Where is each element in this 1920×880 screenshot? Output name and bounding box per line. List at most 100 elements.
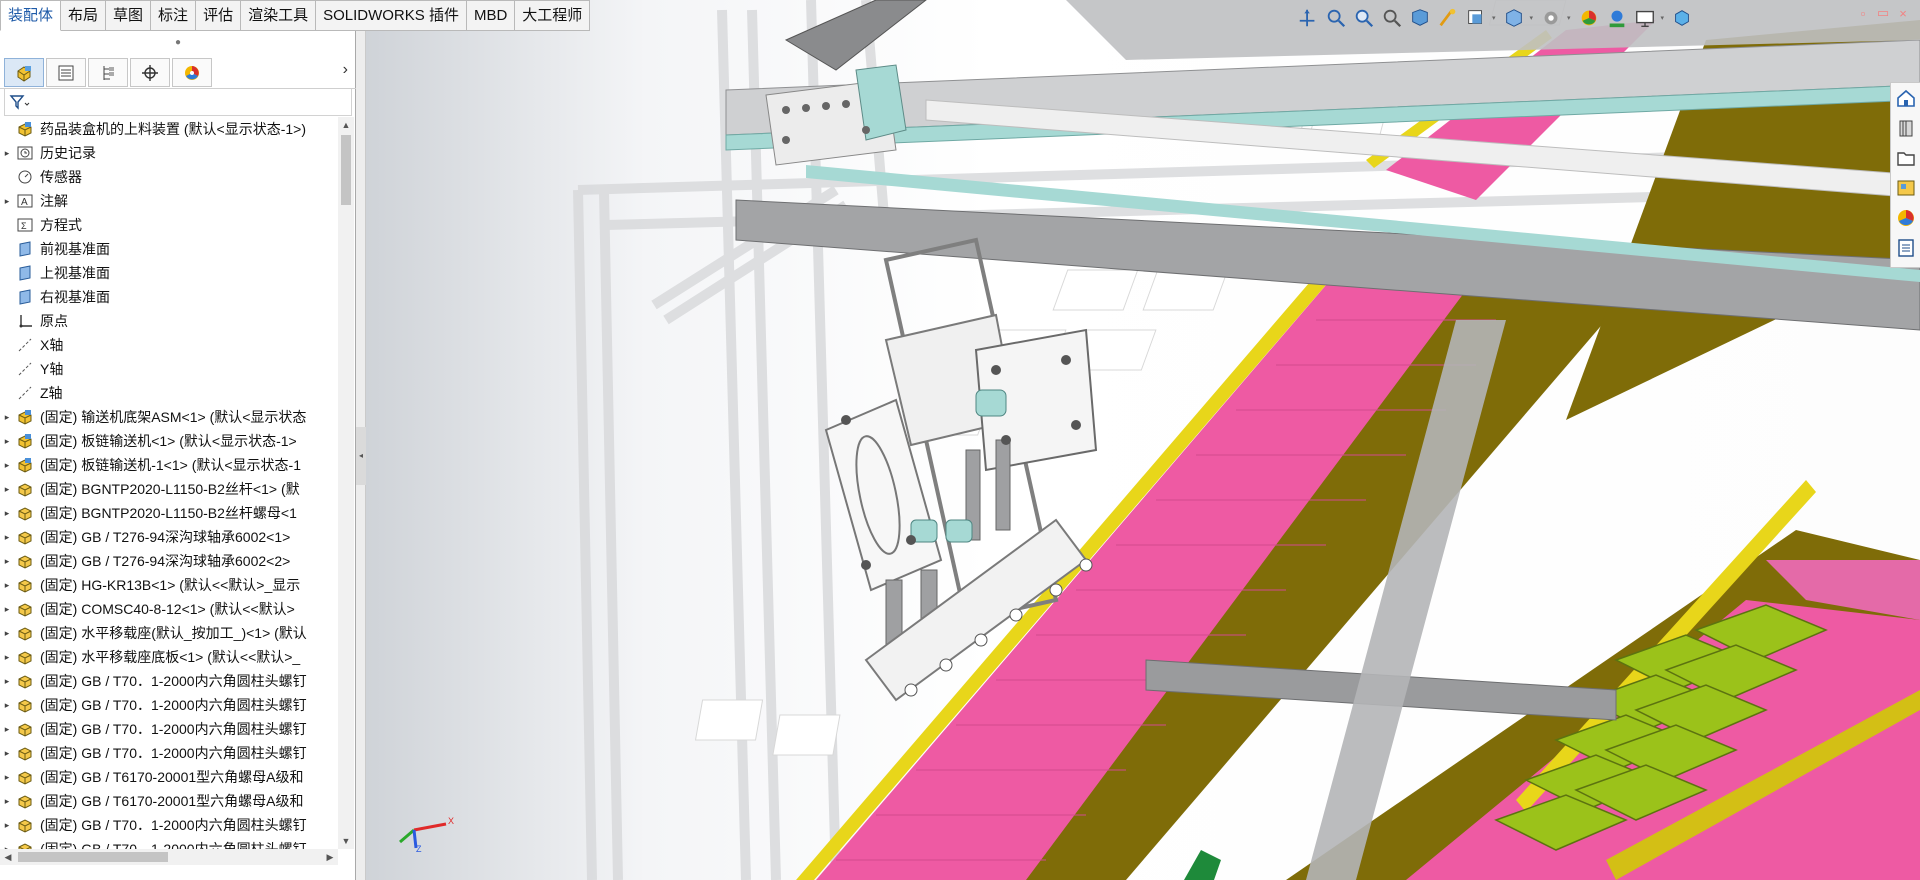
tree-item[interactable]: ▸ (固定) GB / T6170-20001型六角螺母A级和 — [0, 765, 338, 789]
tree-item[interactable]: 药品装盒机的上料装置 (默认<显示状态-1>) — [0, 117, 338, 141]
expand-arrow-icon[interactable]: ▸ — [0, 700, 14, 711]
tree-item[interactable]: 上视基准面 — [0, 261, 338, 285]
tab-3[interactable]: 标注 — [151, 0, 197, 31]
collapse-panel-handle[interactable]: ◂ — [356, 427, 366, 485]
file-explorer-icon[interactable] — [1891, 143, 1920, 173]
tree-item[interactable]: ▸ (固定) 水平移载座(默认_按加工_)<1> (默认 — [0, 621, 338, 645]
tree-vertical-scrollbar[interactable]: ▲ ▼ — [338, 117, 354, 849]
filter-icon[interactable] — [9, 94, 31, 110]
tree-item[interactable]: ▸ (固定) GB / T276-94深沟球轴承6002<2> — [0, 549, 338, 573]
tree-item[interactable]: Y轴 — [0, 357, 338, 381]
view-palette-icon[interactable] — [1891, 173, 1920, 203]
edit-appearance-icon[interactable] — [1577, 6, 1601, 30]
previous-view-icon[interactable] — [1380, 6, 1404, 30]
3d-model-view[interactable] — [366, 0, 1920, 880]
featuremanager-tab[interactable] — [4, 58, 44, 87]
expand-arrow-icon[interactable]: ▸ — [0, 556, 14, 567]
expand-arrow-icon[interactable]: ▸ — [0, 412, 14, 423]
expand-arrow-icon[interactable]: ▸ — [0, 772, 14, 783]
appearances-icon[interactable] — [1891, 203, 1920, 233]
expand-arrow-icon[interactable]: ▸ — [0, 748, 14, 759]
tab-5[interactable]: 渲染工具 — [241, 0, 317, 31]
dropdown-arrow-icon[interactable]: ▾ — [1492, 14, 1496, 22]
tree-item[interactable]: ▸ (固定) 板链输送机-1<1> (默认<显示状态-1 — [0, 453, 338, 477]
expand-arrow-icon[interactable]: ▸ — [0, 484, 14, 495]
view-orientation-icon[interactable] — [1464, 6, 1488, 30]
tree-item[interactable]: ▸ (固定) GB / T70．1-2000内六角圆柱头螺钉 — [0, 693, 338, 717]
tree-item[interactable]: ▸ (固定) GB / T70．1-2000内六角圆柱头螺钉 — [0, 717, 338, 741]
expand-arrow-icon[interactable]: ▸ — [0, 652, 14, 663]
maximize-icon[interactable]: ▭ — [1874, 4, 1892, 22]
tab-2[interactable]: 草图 — [106, 0, 152, 31]
tree-item[interactable]: X轴 — [0, 333, 338, 357]
expand-arrow-icon[interactable]: ▸ — [0, 676, 14, 687]
expand-arrow-icon[interactable]: ▸ — [0, 724, 14, 735]
displaymanager-tab[interactable] — [172, 58, 212, 87]
expand-arrow-icon[interactable]: ▸ — [0, 532, 14, 543]
tree-item[interactable]: ▸ (固定) BGNTP2020-L1150-B2丝杆<1> (默 — [0, 477, 338, 501]
zoom-area-icon[interactable] — [1352, 6, 1376, 30]
tab-1[interactable]: 布局 — [61, 0, 107, 31]
tree-item[interactable]: 前视基准面 — [0, 237, 338, 261]
tab-8[interactable]: 大工程师 — [515, 0, 591, 31]
home-icon[interactable] — [1891, 83, 1920, 113]
dropdown-arrow-icon[interactable]: ▾ — [1661, 14, 1665, 22]
expand-arrow-icon[interactable]: ▸ — [0, 460, 14, 471]
propertymanager-tab[interactable] — [46, 58, 86, 87]
tree-item[interactable]: 传感器 — [0, 165, 338, 189]
expand-arrow-icon[interactable]: ▸ — [0, 628, 14, 639]
expand-arrow-icon[interactable]: ▸ — [0, 604, 14, 615]
expand-arrow-icon[interactable]: ▸ — [0, 148, 14, 159]
view-settings-icon[interactable] — [1633, 6, 1657, 30]
tree-item[interactable]: ▸ (固定) GB / T70．1-2000内六角圆柱头螺钉 — [0, 669, 338, 693]
tree-item[interactable]: 原点 — [0, 309, 338, 333]
tree-item[interactable]: ▸ (固定) BGNTP2020-L1150-B2丝杆螺母<1 — [0, 501, 338, 525]
restore-icon[interactable]: ▫ — [1854, 4, 1872, 22]
custom-properties-icon[interactable] — [1891, 233, 1920, 263]
dynamic-annotation-icon[interactable] — [1436, 6, 1460, 30]
expand-arrow-icon[interactable]: ▸ — [0, 436, 14, 447]
design-library-icon[interactable] — [1891, 113, 1920, 143]
tree-item[interactable]: ▸ (固定) COMSC40-8-12<1> (默认<<默认> — [0, 597, 338, 621]
expand-arrow-icon[interactable]: ▸ — [0, 796, 14, 807]
section-view-icon[interactable] — [1408, 6, 1432, 30]
dropdown-arrow-icon[interactable]: ▾ — [1530, 14, 1534, 22]
tree-item[interactable]: 右视基准面 — [0, 285, 338, 309]
tree-filter[interactable] — [4, 89, 352, 116]
display-style-icon[interactable] — [1502, 6, 1526, 30]
dropdown-arrow-icon[interactable]: ▾ — [1567, 14, 1571, 22]
3d-view-icon[interactable] — [1670, 6, 1694, 30]
zoom-to-fit-icon[interactable] — [1324, 6, 1348, 30]
tree-horizontal-scrollbar[interactable]: ◀ ▶ — [0, 849, 338, 865]
tree-item[interactable]: ▸ (固定) 板链输送机<1> (默认<显示状态-1> — [0, 429, 338, 453]
tree-item[interactable]: ▸ (固定) GB / T70．1-2000内六角圆柱头螺钉 — [0, 813, 338, 837]
tree-item[interactable]: ▸ (固定) 输送机底架ASM<1> (默认<显示状态 — [0, 405, 338, 429]
panel-splitter[interactable]: ◂ — [356, 31, 366, 880]
scroll-thumb-horizontal[interactable] — [18, 852, 168, 862]
close-icon[interactable]: × — [1894, 4, 1912, 22]
tree-item[interactable]: ▸ (固定) 水平移载座底板<1> (默认<<默认>_ — [0, 645, 338, 669]
scroll-thumb[interactable] — [341, 135, 351, 205]
tree-item[interactable]: ▸ (固定) GB / T276-94深沟球轴承6002<1> — [0, 525, 338, 549]
tree-item[interactable]: Z轴 — [0, 381, 338, 405]
scroll-up-arrow-icon[interactable]: ▲ — [338, 117, 354, 133]
tree-item[interactable]: ▸ (固定) HG-KR13B<1> (默认<<默认>_显示 — [0, 573, 338, 597]
more-tabs-arrow-icon[interactable]: › — [343, 61, 348, 79]
configurationmanager-tab[interactable] — [88, 58, 128, 87]
tree-item[interactable]: ▸ A 注解 — [0, 189, 338, 213]
expand-arrow-icon[interactable]: ▸ — [0, 580, 14, 591]
graphics-area[interactable]: ▾ ▾ ▾ ▾ ▫ ▭ × — [366, 0, 1920, 880]
expand-arrow-icon[interactable]: ▸ — [0, 508, 14, 519]
tab-7[interactable]: MBD — [466, 0, 516, 31]
expand-arrow-icon[interactable]: ▸ — [0, 196, 14, 207]
tree-item[interactable]: ▸ (固定) GB / T70．1-2000内六角圆柱头螺钉 — [0, 837, 338, 849]
standard-views-icon[interactable] — [1296, 6, 1320, 30]
tab-6[interactable]: SOLIDWORKS 插件 — [316, 0, 467, 31]
dimxpert-tab[interactable] — [130, 58, 170, 87]
tree-item[interactable]: Σ 方程式 — [0, 213, 338, 237]
tree-item[interactable]: ▸ (固定) GB / T6170-20001型六角螺母A级和 — [0, 789, 338, 813]
scroll-down-arrow-icon[interactable]: ▼ — [338, 833, 354, 849]
panel-grip[interactable]: ● — [0, 31, 356, 53]
expand-arrow-icon[interactable]: ▸ — [0, 820, 14, 831]
tree-item[interactable]: ▸ (固定) GB / T70．1-2000内六角圆柱头螺钉 — [0, 741, 338, 765]
